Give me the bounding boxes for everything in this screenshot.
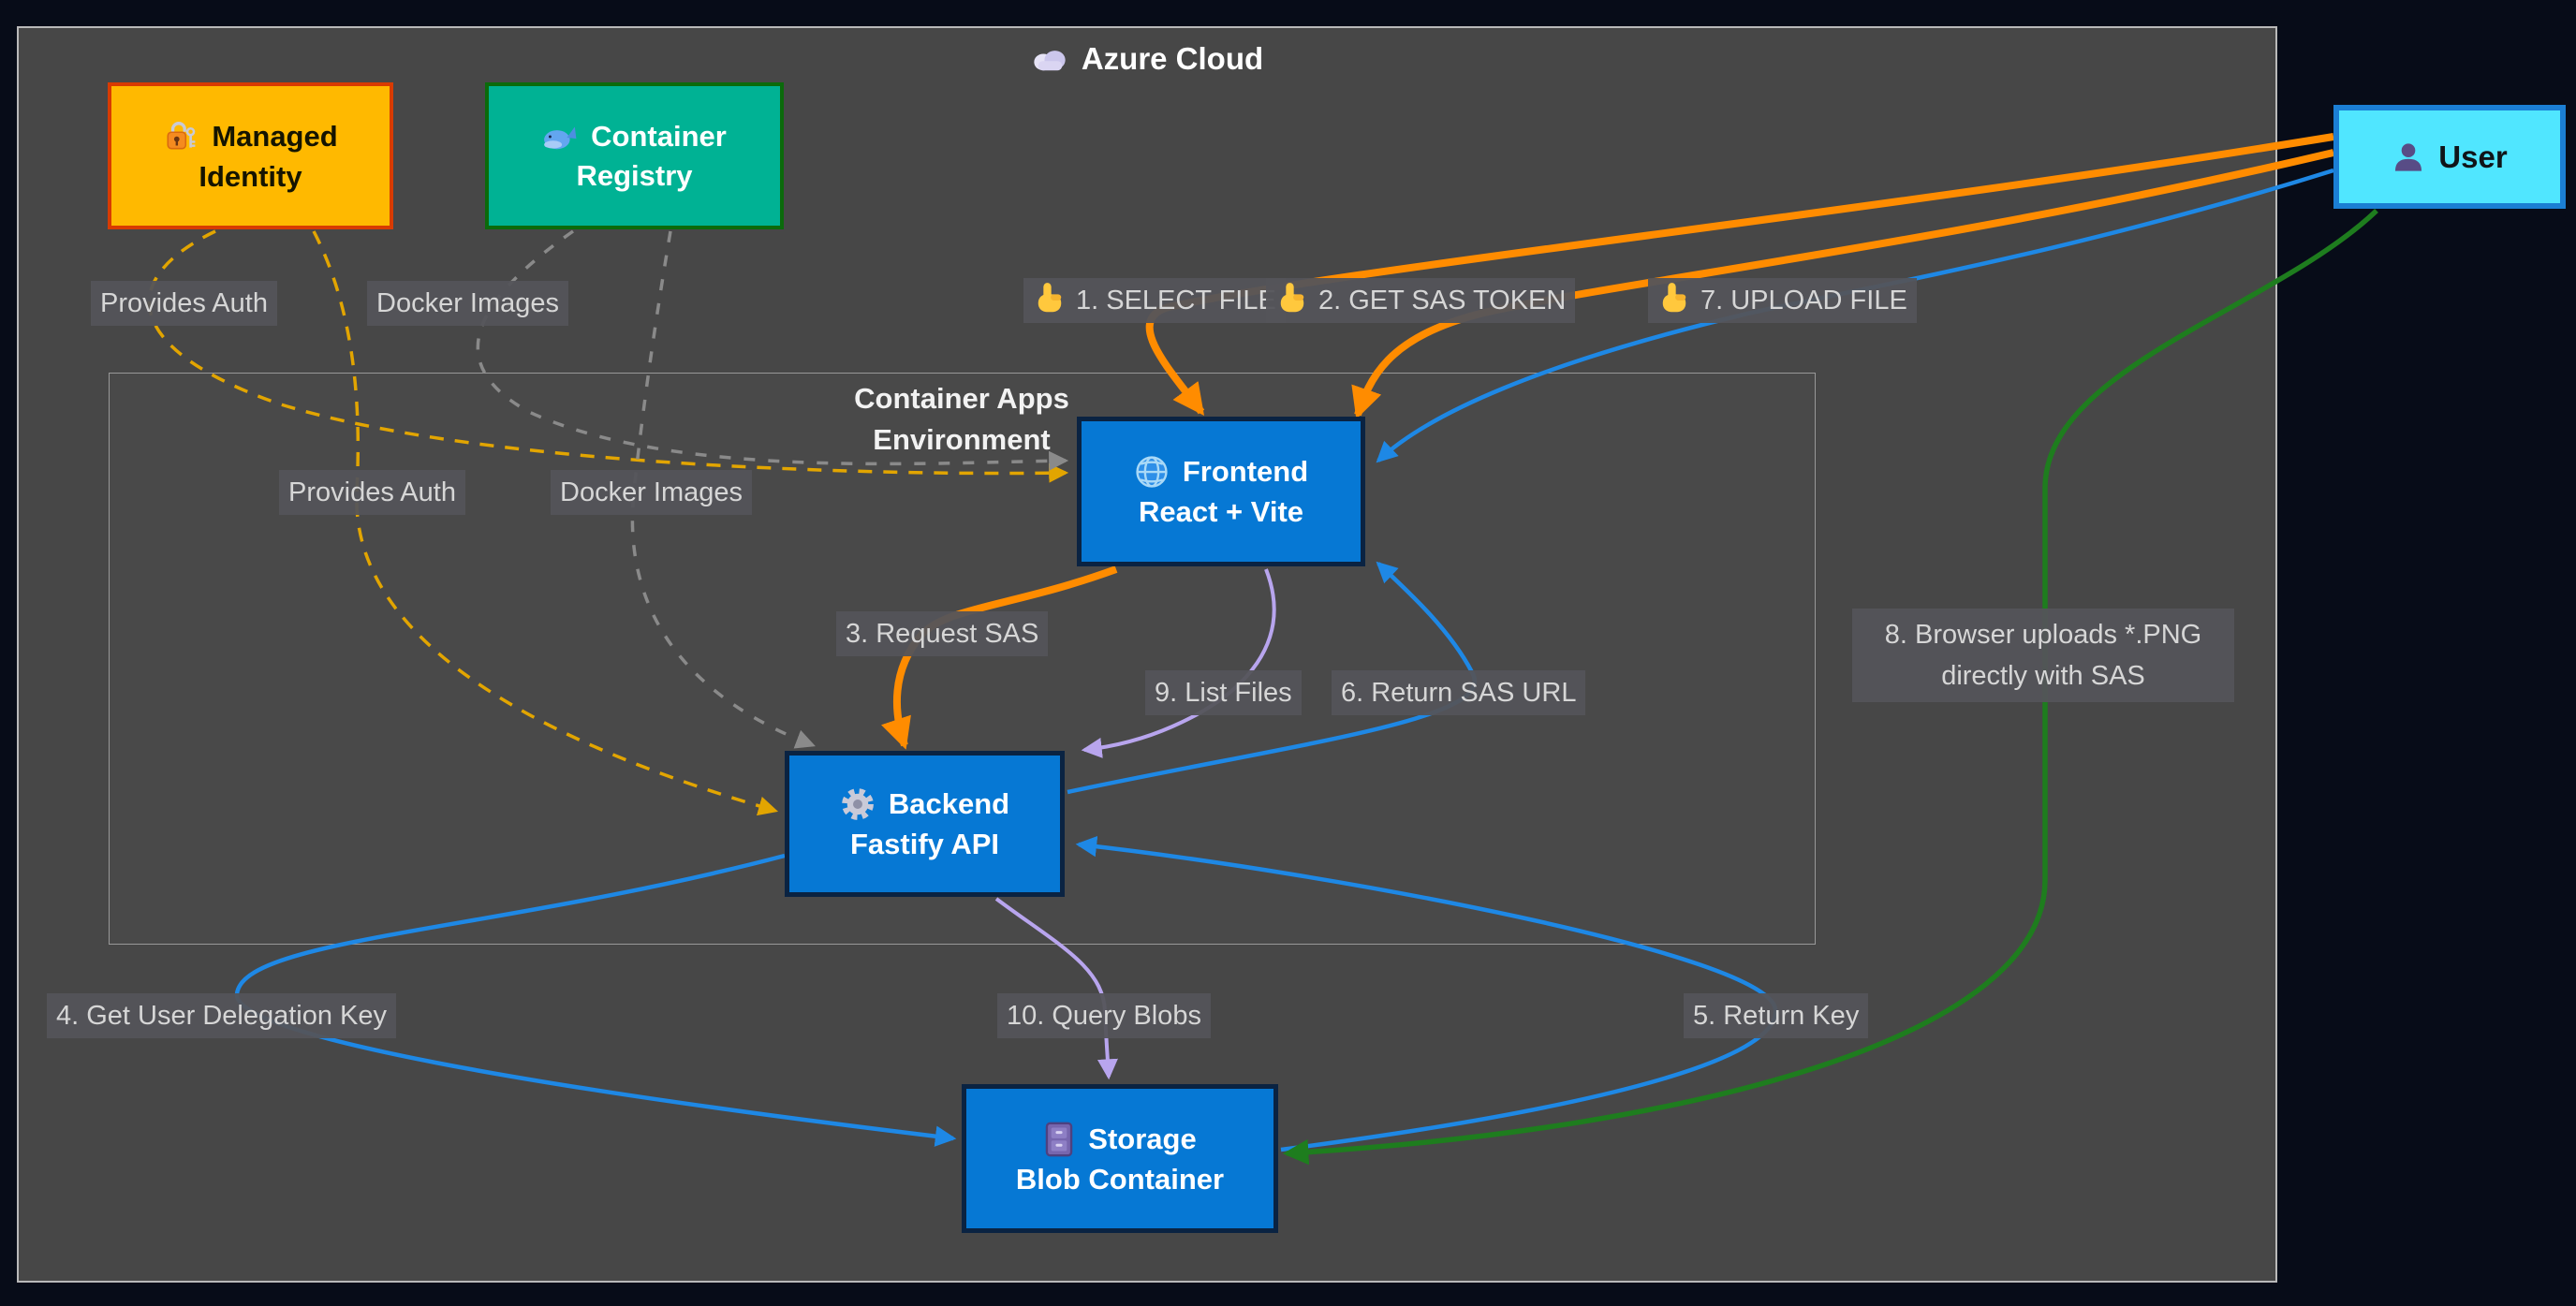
edge-label-browser-uploads: 8. Browser uploads *.PNG directly with S… xyxy=(1852,609,2234,702)
whale-icon xyxy=(542,123,578,151)
pointing-up-icon xyxy=(1657,282,1691,319)
edge-label-docker-images-1: Docker Images xyxy=(367,281,568,326)
user-bust-icon xyxy=(2392,140,2425,174)
edge-label-get-sas-token: 2. GET SAS TOKEN xyxy=(1266,278,1575,323)
pointing-up-icon xyxy=(1275,282,1309,319)
edge-label-return-sas-url: 6. Return SAS URL xyxy=(1332,670,1585,715)
edge-label-get-user-delegation-key: 4. Get User Delegation Key xyxy=(47,993,396,1038)
cloud-icon xyxy=(1031,46,1068,72)
file-cabinet-icon xyxy=(1043,1122,1075,1157)
edge-label-query-blobs: 10. Query Blobs xyxy=(997,993,1211,1038)
edge-label-docker-images-2: Docker Images xyxy=(551,470,752,515)
node-managed-identity: Managed Identity xyxy=(108,82,393,229)
node-user: User xyxy=(2333,105,2566,209)
azure-cloud-title: Azure Cloud xyxy=(17,41,2277,77)
edge-label-provides-auth-2: Provides Auth xyxy=(279,470,465,515)
edge-label-request-sas: 3. Request SAS xyxy=(836,611,1048,656)
edge-label-provides-auth-1: Provides Auth xyxy=(91,281,277,326)
edge-label-upload-file: 7. UPLOAD FILE xyxy=(1648,278,1917,323)
node-storage: Storage Blob Container xyxy=(962,1084,1278,1233)
edge-label-select-file: 1. SELECT FILE xyxy=(1023,278,1286,323)
globe-icon xyxy=(1134,454,1170,490)
pointing-up-icon xyxy=(1033,282,1067,319)
lock-with-key-icon xyxy=(163,119,199,154)
node-backend: Backend Fastify API xyxy=(785,751,1065,897)
gear-icon xyxy=(840,786,876,822)
edge-label-return-key: 5. Return Key xyxy=(1684,993,1868,1038)
diagram-canvas: Azure Cloud Container Apps Environment P… xyxy=(0,0,2576,1306)
node-frontend: Frontend React + Vite xyxy=(1077,417,1365,566)
node-container-registry: Container Registry xyxy=(485,82,784,229)
azure-cloud-title-text: Azure Cloud xyxy=(1082,41,1263,77)
edge-label-list-files: 9. List Files xyxy=(1145,670,1302,715)
